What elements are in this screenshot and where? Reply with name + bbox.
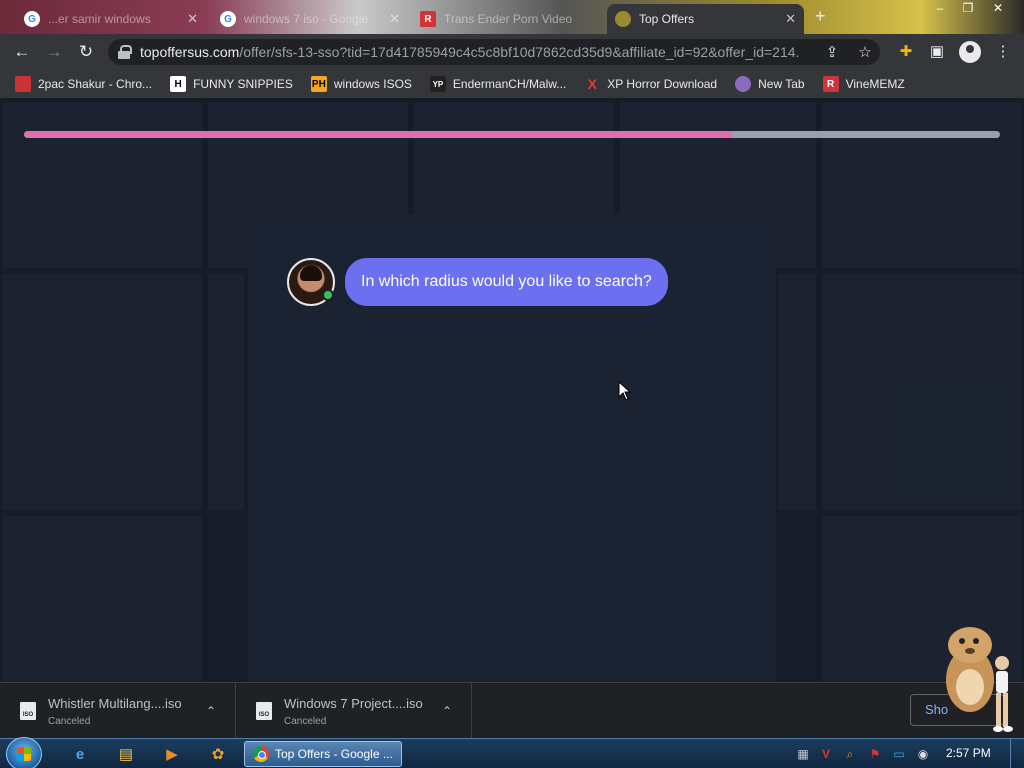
bookmark-new-tab[interactable]: New Tab (735, 76, 805, 92)
download-item[interactable]: ISO Whistler Multilang....iso Canceled ⌃ (0, 683, 236, 739)
file-explorer-icon[interactable]: ▤ (108, 742, 144, 766)
forward-button[interactable]: → (42, 41, 66, 63)
r-icon: R (822, 76, 839, 92)
start-button[interactable] (6, 737, 42, 768)
side-panel-icon[interactable]: ▣ (926, 42, 948, 60)
google-icon: G (220, 11, 236, 27)
new-tab-button[interactable]: + (815, 6, 826, 27)
chrome-icon (253, 746, 269, 762)
tab-3[interactable]: R Trans Ender Porn Video (412, 4, 602, 34)
taskbar-chrome-window[interactable]: Top Offers - Google ... (244, 741, 402, 767)
bookmark-label: FUNNY SNIPPIES (193, 77, 293, 91)
downloads-shelf: ISO Whistler Multilang....iso Canceled ⌃… (0, 682, 1024, 739)
bookmark-2pac[interactable]: 2pac Shakur - Chro... (15, 76, 152, 92)
download-name: Windows 7 Project....iso (284, 695, 423, 711)
page-icon (615, 11, 631, 27)
tray-search-icon[interactable]: ⌕ (842, 746, 858, 762)
yp-icon: YP (429, 76, 446, 92)
internet-explorer-icon[interactable]: e (62, 742, 98, 766)
close-icon[interactable]: ✕ (389, 11, 400, 27)
taskbar-clock[interactable]: 2:57 PM (946, 746, 991, 760)
media-player-icon[interactable]: ▶ (154, 742, 190, 766)
chevron-up-icon[interactable]: ⌃ (206, 704, 216, 718)
tray-v-icon[interactable]: V (818, 746, 834, 762)
r-icon: R (420, 11, 436, 27)
iso-file-icon: ISO (256, 702, 272, 720)
tab-title: Trans Ender Porn Video (444, 12, 573, 26)
h-icon: H (170, 76, 187, 92)
download-name: Whistler Multilang....iso (48, 695, 182, 711)
url-path: /offer/sfs-13-sso?tid=17d41785949c4c5c8b… (239, 44, 800, 60)
bookmark-label: 2pac Shakur - Chro... (38, 77, 153, 91)
bookmark-vinememz[interactable]: R VineMEMZ (822, 76, 905, 92)
bookmark-label: XP Horror Download (607, 77, 718, 91)
extensions-icon[interactable]: ✚ (895, 42, 917, 60)
bookmark-funny-snippies[interactable]: H FUNNY SNIPPIES (170, 76, 293, 92)
tray-network-icon[interactable]: ▭ (891, 746, 907, 762)
tray-app-icon[interactable]: ▦ (795, 746, 811, 762)
page-content: In which radius would you like to search… (0, 98, 1024, 682)
x-icon: X (587, 76, 597, 92)
tab-2[interactable]: G windows 7 iso - Google ✕ (212, 4, 408, 34)
tab-top-offers[interactable]: Top Offers ✕ (607, 4, 804, 34)
bookmark-xp-horror[interactable]: X XP Horror Download (584, 76, 718, 92)
chevron-up-icon[interactable]: ⌃ (442, 704, 452, 718)
taskbar-task-label: Top Offers - Google ... (275, 747, 393, 761)
download-item[interactable]: ISO Windows 7 Project....iso Canceled ⌃ (236, 683, 472, 739)
taskbar: e ▤ ▶ ✿ Top Offers - Google ... ▦ V ⌕ ⚑ … (0, 737, 1024, 768)
ph-icon: PH (310, 76, 327, 92)
tab-title: ...er samir windows (48, 12, 151, 26)
bookmark-label: VineMEMZ (845, 77, 905, 91)
chat-message-bubble: In which radius would you like to search… (345, 258, 668, 306)
progress-bar (24, 131, 1000, 138)
toolbar: ← → ↻ topoffersus.com/offer/sfs-13-sso?t… (0, 34, 1024, 70)
close-icon[interactable]: ✕ (785, 11, 796, 27)
download-status: Canceled (284, 715, 327, 727)
star-icon[interactable]: ☆ (855, 43, 875, 61)
bookmark-label: EndermanCH/Malw... (452, 77, 567, 91)
share-icon[interactable]: ⇪ (822, 43, 842, 61)
tray-flag-icon[interactable]: ⚑ (867, 746, 883, 762)
globe-icon (735, 76, 752, 92)
online-status-dot (322, 289, 334, 301)
tab-title: Top Offers (639, 12, 695, 26)
minimize-button[interactable]: – (926, 0, 954, 18)
hamster-sticker (946, 627, 1013, 732)
bookmarks-bar: 2pac Shakur - Chro... H FUNNY SNIPPIES P… (0, 70, 1024, 98)
close-window-button[interactable]: ✕ (984, 0, 1012, 18)
bookmark-windows-isos[interactable]: PH windows ISOS (310, 76, 412, 92)
back-button[interactable]: ← (10, 41, 34, 63)
google-icon: G (24, 11, 40, 27)
bookmark-label: New Tab (758, 77, 805, 91)
tab-1[interactable]: G ...er samir windows ✕ (16, 4, 206, 34)
tray-volume-icon[interactable]: ◉ (915, 746, 931, 762)
bookmark-favicon-icon (15, 76, 31, 92)
bookmark-label: windows ISOS (333, 77, 412, 91)
reload-button[interactable]: ↻ (74, 41, 98, 63)
lock-icon[interactable] (118, 45, 132, 59)
show-desktop-button[interactable] (1010, 739, 1024, 768)
bookmark-endermanch[interactable]: YP EndermanCH/Malw... (429, 76, 567, 92)
url-host: topoffersus.com (140, 44, 240, 60)
tab-title: windows 7 iso - Google (244, 12, 369, 26)
restore-button[interactable]: ❐ (954, 0, 982, 18)
profile-avatar-icon[interactable] (959, 41, 981, 63)
paint-icon[interactable]: ✿ (200, 742, 236, 766)
menu-icon[interactable]: ⋮ (992, 42, 1014, 60)
close-icon[interactable]: ✕ (187, 11, 198, 27)
screen: G ...er samir windows ✕ G windows 7 iso … (0, 0, 1024, 768)
tab-strip: G ...er samir windows ✕ G windows 7 iso … (0, 0, 1024, 34)
progress-fill (24, 131, 732, 138)
url-text: topoffersus.com/offer/sfs-13-sso?tid=17d… (140, 44, 800, 60)
iso-file-icon: ISO (20, 702, 36, 720)
download-status: Canceled (48, 715, 91, 727)
address-bar[interactable]: topoffersus.com/offer/sfs-13-sso?tid=17d… (108, 39, 880, 65)
